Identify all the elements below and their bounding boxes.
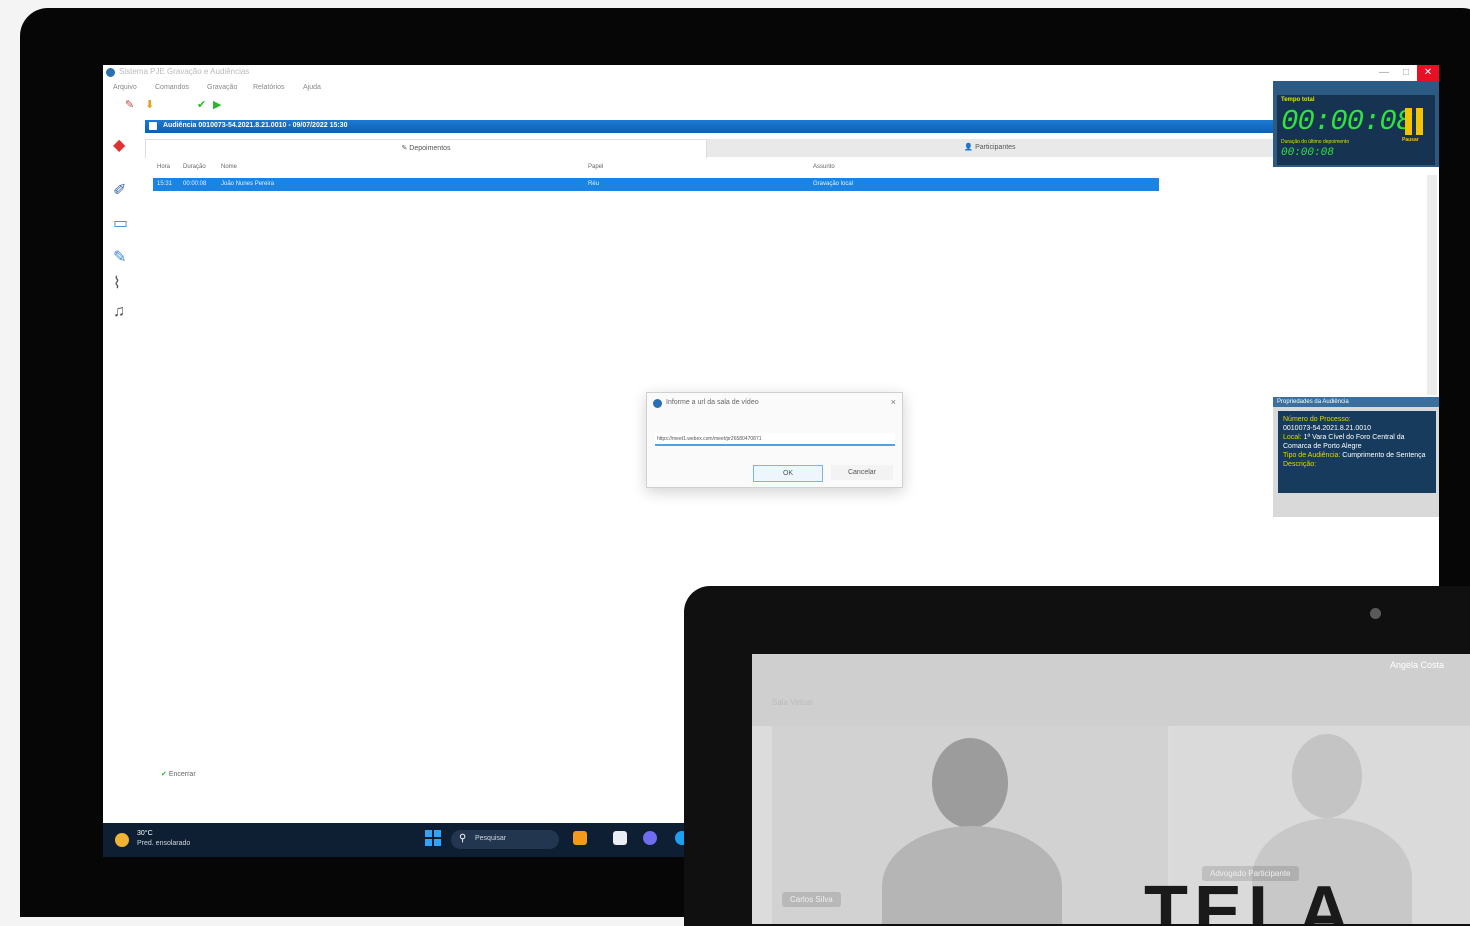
session-label: Audiência 0010073-54.2021.8.21.0010 - 09… bbox=[163, 122, 348, 129]
laptop-screen: Angela Costa Sala Virtual Carlos Silva A… bbox=[752, 654, 1470, 924]
maximize-button[interactable]: □ bbox=[1395, 65, 1417, 81]
properties-box: Número do Processo: 0010073-54.2021.8.21… bbox=[1278, 411, 1436, 493]
app-logo-icon bbox=[106, 68, 115, 77]
url-dialog: Informe a url da sala de vídeo × OK Canc… bbox=[646, 392, 903, 488]
search-icon: ⚲ bbox=[459, 833, 467, 844]
pause-icon[interactable] bbox=[1405, 108, 1425, 135]
side-scrollbar[interactable] bbox=[1427, 175, 1437, 395]
menu-comandos[interactable]: Comandos bbox=[155, 84, 189, 91]
tab-participantes[interactable]: 👤 Participantes bbox=[707, 139, 1273, 157]
user-edit-icon[interactable]: ✎ bbox=[113, 247, 126, 267]
check-shield-icon[interactable]: ✔ bbox=[197, 98, 206, 112]
timer-value: 00:00:08 bbox=[1281, 105, 1413, 138]
menubar: Arquivo Comandos Gravação Relatórios Aju… bbox=[103, 82, 503, 96]
weather-sun-icon[interactable] bbox=[115, 833, 129, 847]
place-label: Local: bbox=[1283, 434, 1302, 441]
description-label: Descrição: bbox=[1283, 461, 1317, 468]
person-icon: 👤 bbox=[964, 144, 976, 151]
timer-label: Tempo total bbox=[1281, 97, 1315, 103]
timer-sub-label: Duração do último depoimento bbox=[1281, 139, 1350, 145]
session-checkbox[interactable] bbox=[149, 122, 157, 130]
timer-display: Tempo total 00:00:08 Duração do último d… bbox=[1277, 95, 1435, 165]
task-view-icon[interactable] bbox=[613, 831, 627, 845]
video-call-header: Angela Costa Sala Virtual bbox=[752, 654, 1470, 726]
laptop-bezel: Angela Costa Sala Virtual Carlos Silva A… bbox=[684, 586, 1470, 926]
participant-avatar bbox=[1292, 734, 1362, 818]
cell-nome: João Nunes Pereira bbox=[221, 181, 275, 187]
col-nome[interactable]: Nome bbox=[221, 164, 237, 170]
minimize-button[interactable]: — bbox=[1373, 65, 1395, 81]
cancel-button[interactable]: Cancelar bbox=[831, 465, 893, 480]
weather-temperature[interactable]: 30°C bbox=[137, 830, 153, 837]
camera-icon bbox=[1370, 608, 1381, 619]
menu-relatorios[interactable]: Relatórios bbox=[253, 84, 285, 91]
place-value: 1ª Vara Cível do Foro Central da Comarca… bbox=[1283, 434, 1405, 450]
search-placeholder: Pesquisar bbox=[475, 835, 507, 842]
pause-label: Pausar bbox=[1402, 137, 1419, 143]
participant-avatar bbox=[932, 738, 1008, 828]
type-value: Cumprimento de Sentença bbox=[1342, 452, 1426, 459]
menu-arquivo[interactable]: Arquivo bbox=[113, 84, 137, 91]
edit-icon[interactable]: ✐ bbox=[113, 180, 126, 200]
video-tile-1[interactable]: Carlos Silva bbox=[772, 726, 1168, 924]
participant-1-name: Carlos Silva bbox=[782, 892, 841, 907]
process-label: Número do Processo: bbox=[1283, 416, 1351, 423]
cell-hora: 15:31 bbox=[157, 181, 173, 187]
room-tab[interactable]: Sala Virtual bbox=[772, 698, 813, 707]
col-duracao[interactable]: Duração bbox=[183, 164, 206, 170]
window-titlebar: Sistema PJE Gravação e Audiências — □ ✕ bbox=[103, 65, 1439, 81]
properties-panel: Propriedades da Audiência Número do Proc… bbox=[1273, 397, 1439, 517]
left-toolbar: ◆ ✐ ▭ ✎ ⌇ ♫ bbox=[103, 135, 143, 835]
wand-icon[interactable]: ✎ bbox=[125, 98, 134, 112]
taskbar-search[interactable]: ⚲ Pesquisar bbox=[451, 830, 559, 849]
cell-assunto: Gravação local bbox=[813, 181, 854, 187]
col-hora[interactable]: Hora bbox=[157, 164, 170, 170]
close-button[interactable]: ✕ bbox=[1417, 65, 1439, 81]
chat-icon[interactable] bbox=[643, 831, 657, 845]
grid-header: Hora Duração Nome Papel Assunto bbox=[153, 163, 1159, 173]
windows-start-icon[interactable] bbox=[425, 830, 441, 846]
download-icon[interactable]: ⬇ bbox=[145, 98, 154, 112]
timer-panel: Tempo total 00:00:08 Duração do último d… bbox=[1273, 81, 1439, 167]
tab-label: Depoimentos bbox=[409, 145, 451, 152]
col-assunto[interactable]: Assunto bbox=[813, 164, 835, 170]
play-icon[interactable]: ▶ bbox=[213, 98, 221, 112]
document-icon[interactable]: ▭ bbox=[113, 213, 128, 233]
tab-depoimentos[interactable]: ✎ Depoimentos bbox=[145, 139, 707, 158]
file-explorer-icon[interactable] bbox=[573, 831, 587, 845]
app-logo-icon bbox=[653, 399, 662, 408]
properties-title: Propriedades da Audiência bbox=[1273, 397, 1439, 407]
timer-sub-value: 00:00:08 bbox=[1281, 147, 1334, 159]
eraser-icon[interactable]: ◆ bbox=[113, 135, 125, 155]
cell-papel: Réu bbox=[588, 181, 600, 187]
weather-description[interactable]: Pred. ensolarado bbox=[137, 840, 190, 847]
window-title: Sistema PJE Gravação e Audiências bbox=[119, 67, 250, 76]
attachment-icon[interactable]: ⌇ bbox=[113, 273, 121, 293]
url-input[interactable] bbox=[655, 433, 895, 446]
encerrar-button[interactable]: ✔ Encerrar bbox=[161, 770, 196, 778]
type-label: Tipo de Audiência: bbox=[1283, 452, 1341, 459]
tab-label: Participantes bbox=[975, 144, 1016, 151]
music-icon[interactable]: ♫ bbox=[113, 303, 125, 321]
table-row[interactable]: 15:31 00:00:08 João Nunes Pereira Réu Gr… bbox=[153, 178, 1159, 191]
participant-body bbox=[882, 826, 1062, 924]
host-name: Angela Costa bbox=[1389, 660, 1444, 670]
session-bar[interactable]: Audiência 0010073-54.2021.8.21.0010 - 09… bbox=[145, 120, 1273, 133]
check-icon: ✔ bbox=[161, 771, 169, 778]
toolbar: ✎ ⬇ ✔ ▶ bbox=[103, 98, 303, 116]
dialog-close-button[interactable]: × bbox=[891, 397, 896, 407]
dialog-title: Informe a url da sala de vídeo bbox=[666, 399, 759, 406]
tab-bar: ✎ Depoimentos 👤 Participantes bbox=[145, 139, 1273, 158]
cell-duracao: 00:00:08 bbox=[183, 181, 207, 187]
menu-gravacao[interactable]: Gravação bbox=[207, 84, 237, 91]
ok-button[interactable]: OK bbox=[753, 465, 823, 482]
process-value: 0010073-54.2021.8.21.0010 bbox=[1283, 425, 1371, 432]
menu-ajuda[interactable]: Ajuda bbox=[303, 84, 321, 91]
encerrar-label: Encerrar bbox=[168, 771, 196, 778]
col-papel[interactable]: Papel bbox=[588, 164, 603, 170]
